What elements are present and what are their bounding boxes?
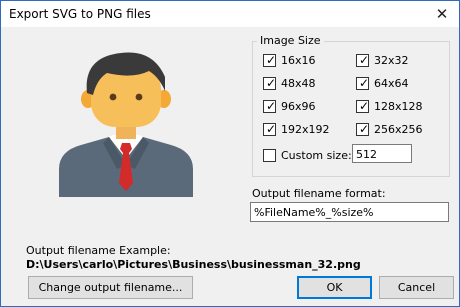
checkmark-icon: ✓ [359, 76, 370, 90]
checkmark-icon: ✓ [266, 99, 277, 113]
checkmark-icon: ✓ [359, 122, 370, 136]
example-label: Output filename Example: [26, 244, 171, 257]
checkmark-icon: ✓ [266, 122, 277, 136]
title-bar: Export SVG to PNG files ✕ [1, 1, 459, 27]
close-icon[interactable]: ✕ [425, 1, 459, 27]
checkmark-icon: ✓ [359, 53, 370, 67]
businessman-icon [59, 52, 193, 197]
window-title: Export SVG to PNG files [9, 7, 151, 21]
custom-size-input[interactable]: 512 [352, 144, 412, 163]
output-format-input[interactable]: %FileName%_%size% [250, 202, 449, 222]
ok-button[interactable]: OK [297, 276, 372, 299]
checkmark-icon: ✓ [266, 53, 277, 67]
checkmark-icon: ✓ [359, 99, 370, 113]
output-format-label: Output filename format: [252, 187, 386, 200]
image-size-legend: Image Size [257, 34, 324, 47]
change-output-filename-button[interactable]: Change output filename... [28, 276, 193, 299]
cancel-button[interactable]: Cancel [379, 276, 454, 299]
example-path: D:\Users\carlo\Pictures\Business\busines… [26, 258, 361, 271]
checkmark-icon: ✓ [266, 76, 277, 90]
export-dialog: Export SVG to PNG files ✕ Image Size ✓ 1… [0, 0, 460, 307]
